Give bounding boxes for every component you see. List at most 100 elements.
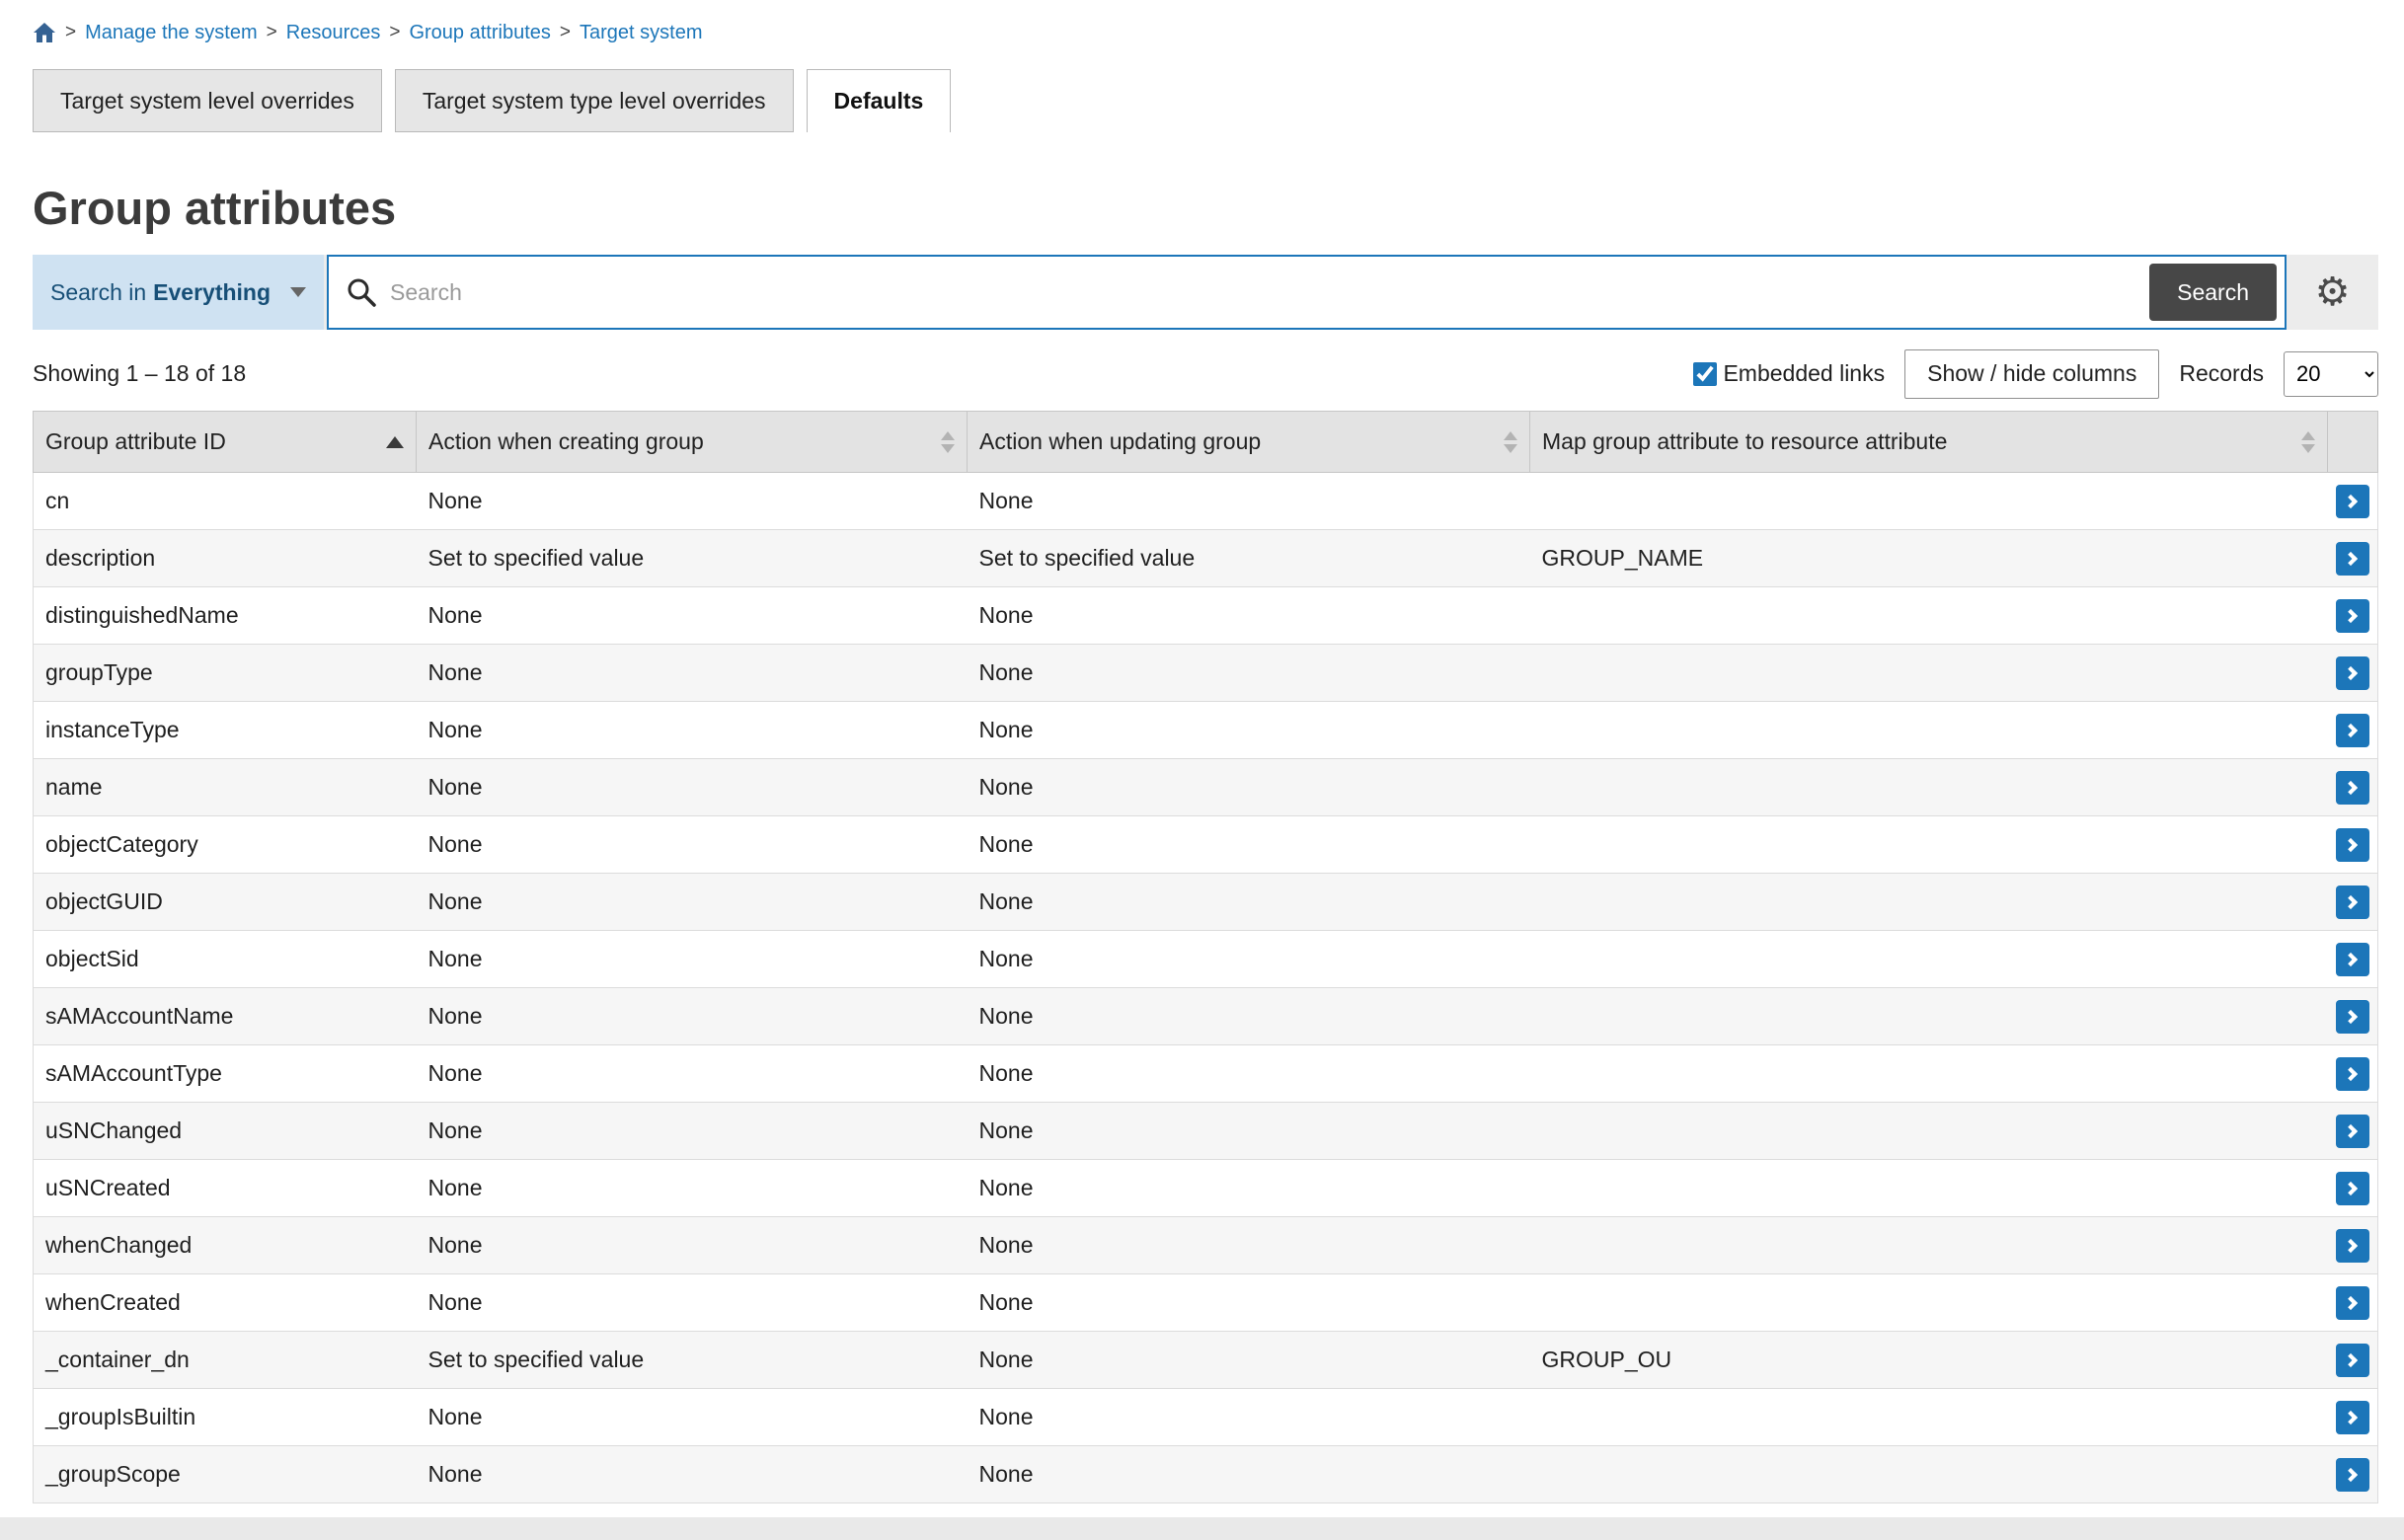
embedded-links-label: Embedded links [1723, 360, 1885, 387]
row-detail-button[interactable] [2336, 1172, 2369, 1205]
row-detail-button[interactable] [2336, 599, 2369, 633]
cell-map-attribute [1530, 587, 2328, 645]
row-detail-button[interactable] [2336, 1401, 2369, 1434]
cell-action-when-creating: Set to specified value [417, 530, 968, 587]
breadcrumb-separator: > [560, 22, 571, 43]
cell-action-when-creating: None [417, 874, 968, 931]
cell-row-actions [2328, 759, 2378, 816]
column-label: Action when updating group [979, 428, 1261, 455]
table-row: uSNChanged None None [34, 1103, 2378, 1160]
sort-icon [1504, 431, 1517, 453]
chevron-right-icon [2344, 837, 2358, 851]
cell-group-attribute-id: instanceType [34, 702, 417, 759]
cell-group-attribute-id: whenCreated [34, 1274, 417, 1332]
table-row: groupType None None [34, 645, 2378, 702]
cell-row-actions [2328, 1045, 2378, 1103]
sort-icon [2301, 431, 2315, 453]
table-row: cn None None [34, 473, 2378, 530]
cell-row-actions [2328, 1160, 2378, 1217]
embedded-links-checkbox[interactable] [1693, 362, 1717, 386]
row-detail-button[interactable] [2336, 1000, 2369, 1034]
breadcrumb-link-group-attributes[interactable]: Group attributes [409, 22, 550, 44]
breadcrumb-link-target-system[interactable]: Target system [580, 22, 702, 44]
cell-row-actions [2328, 874, 2378, 931]
chevron-right-icon [2344, 494, 2358, 507]
cell-map-attribute: GROUP_NAME [1530, 530, 2328, 587]
cell-map-attribute [1530, 1217, 2328, 1274]
gear-icon[interactable]: ⚙ [2309, 271, 2357, 313]
cell-row-actions [2328, 931, 2378, 988]
table-row: objectSid None None [34, 931, 2378, 988]
row-detail-button[interactable] [2336, 771, 2369, 805]
chevron-right-icon [2344, 723, 2358, 736]
row-detail-button[interactable] [2336, 886, 2369, 919]
row-detail-button[interactable] [2336, 1286, 2369, 1320]
cell-map-attribute [1530, 1045, 2328, 1103]
row-detail-button[interactable] [2336, 656, 2369, 690]
cell-map-attribute [1530, 988, 2328, 1045]
column-header-group-attribute-id[interactable]: Group attribute ID [34, 412, 417, 473]
column-header-action-when-updating-group[interactable]: Action when updating group [968, 412, 1530, 473]
search-input[interactable] [378, 263, 2149, 322]
row-detail-button[interactable] [2336, 828, 2369, 862]
chevron-right-icon [2344, 1009, 2358, 1023]
search-button[interactable]: Search [2149, 264, 2277, 321]
cell-action-when-creating: None [417, 587, 968, 645]
breadcrumb-link-resources[interactable]: Resources [286, 22, 381, 44]
embedded-links-toggle: Embedded links [1693, 360, 1885, 387]
cell-action-when-updating: None [968, 702, 1530, 759]
cell-action-when-creating: None [417, 1217, 968, 1274]
table-row: instanceType None None [34, 702, 2378, 759]
row-detail-button[interactable] [2336, 1458, 2369, 1492]
cell-group-attribute-id: groupType [34, 645, 417, 702]
tab-target-system-type-level-overrides[interactable]: Target system type level overrides [395, 69, 794, 132]
cell-action-when-creating: None [417, 1446, 968, 1503]
search-scope-dropdown[interactable]: Search in Everything [33, 255, 324, 330]
cell-row-actions [2328, 988, 2378, 1045]
cell-map-attribute [1530, 702, 2328, 759]
tab-defaults[interactable]: Defaults [807, 69, 952, 132]
breadcrumb-separator: > [65, 22, 76, 43]
cell-row-actions [2328, 1217, 2378, 1274]
cell-action-when-updating: None [968, 645, 1530, 702]
column-label: Map group attribute to resource attribut… [1542, 428, 1947, 455]
column-label: Group attribute ID [45, 428, 226, 455]
cell-action-when-updating: None [968, 1446, 1530, 1503]
row-detail-button[interactable] [2336, 1344, 2369, 1377]
table-row: whenCreated None None [34, 1274, 2378, 1332]
row-detail-button[interactable] [2336, 714, 2369, 747]
table-row: description Set to specified value Set t… [34, 530, 2378, 587]
chevron-right-icon [2344, 1467, 2358, 1481]
cell-action-when-creating: None [417, 1274, 968, 1332]
show-hide-columns-button[interactable]: Show / hide columns [1904, 349, 2159, 399]
cell-action-when-updating: None [968, 587, 1530, 645]
cell-map-attribute [1530, 759, 2328, 816]
cell-row-actions [2328, 587, 2378, 645]
row-detail-button[interactable] [2336, 943, 2369, 976]
table-row: _groupScope None None [34, 1446, 2378, 1503]
group-attributes-table: Group attribute ID Action when creating … [33, 411, 2378, 1503]
row-detail-button[interactable] [2336, 1229, 2369, 1263]
row-detail-button[interactable] [2336, 1115, 2369, 1148]
row-detail-button[interactable] [2336, 1057, 2369, 1091]
home-icon[interactable] [33, 22, 56, 43]
tab-target-system-level-overrides[interactable]: Target system level overrides [33, 69, 382, 132]
column-header-action-when-creating-group[interactable]: Action when creating group [417, 412, 968, 473]
chevron-right-icon [2344, 1123, 2358, 1137]
table-header-row: Group attribute ID Action when creating … [34, 412, 2378, 473]
cell-action-when-updating: None [968, 931, 1530, 988]
cell-map-attribute [1530, 1446, 2328, 1503]
results-count: Showing 1 – 18 of 18 [33, 360, 246, 387]
cell-row-actions [2328, 1274, 2378, 1332]
column-header-actions [2328, 412, 2378, 473]
records-select[interactable]: 20 [2284, 351, 2378, 397]
row-detail-button[interactable] [2336, 542, 2369, 576]
column-header-map-group-attribute[interactable]: Map group attribute to resource attribut… [1530, 412, 2328, 473]
cell-action-when-updating: None [968, 1332, 1530, 1389]
breadcrumb-link-manage-the-system[interactable]: Manage the system [85, 22, 258, 44]
cell-action-when-creating: None [417, 1045, 968, 1103]
list-controls: Showing 1 – 18 of 18 Embedded links Show… [33, 346, 2378, 402]
row-detail-button[interactable] [2336, 485, 2369, 518]
chevron-right-icon [2344, 894, 2358, 908]
table-row: _groupIsBuiltin None None [34, 1389, 2378, 1446]
